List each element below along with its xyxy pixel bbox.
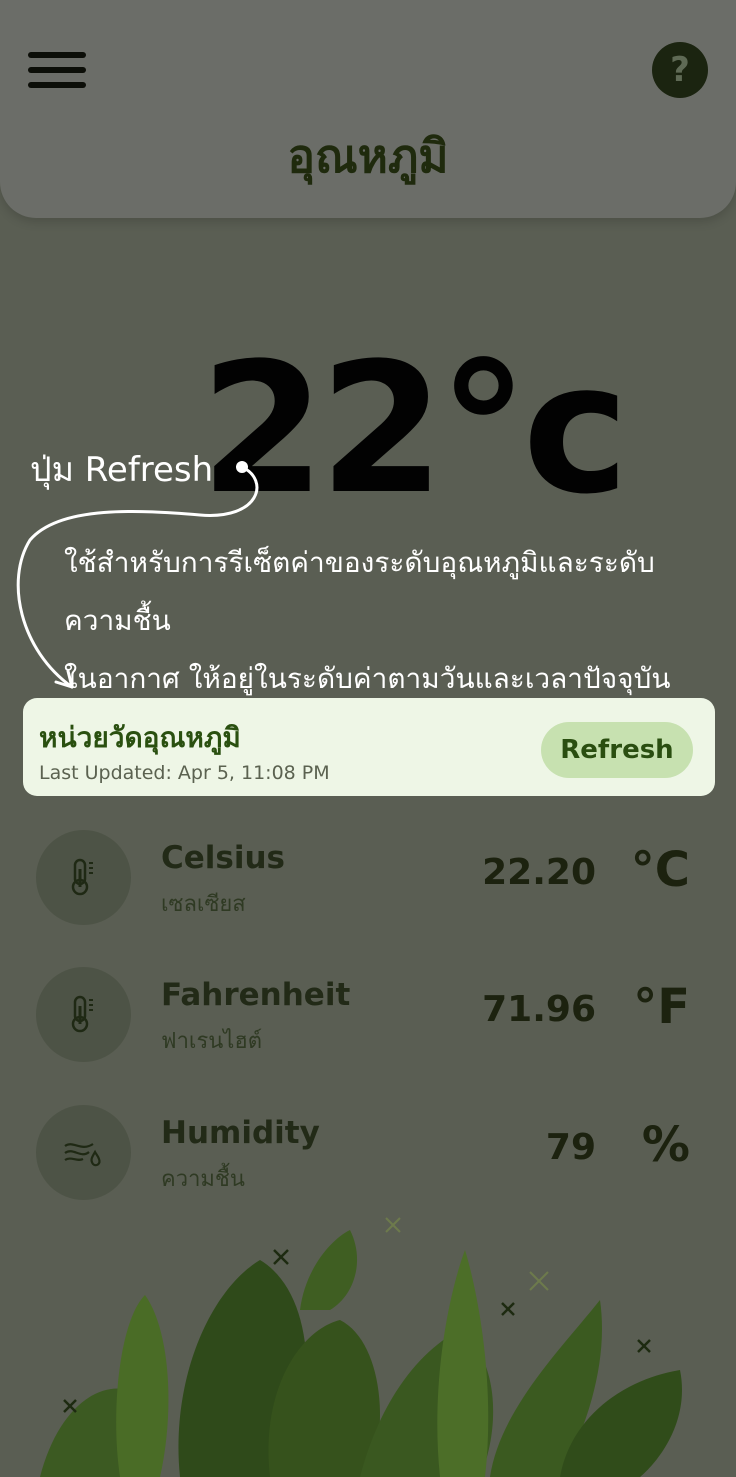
reading-value: 79: [545, 1127, 596, 1168]
reading-label: Humidity: [161, 1115, 320, 1151]
reading-row-fahrenheit: Fahrenheit ฟาเรนไฮต์ 71.96 °F: [36, 967, 696, 1063]
reading-unit: °F: [633, 979, 690, 1035]
reading-value: 22.20: [482, 852, 596, 893]
thermometer-icon: [36, 967, 131, 1062]
humidity-icon: [36, 1105, 131, 1200]
app-header: ? อุณหภูมิ: [0, 0, 736, 218]
reading-unit: °C: [630, 842, 690, 898]
reading-value: 71.96: [482, 989, 596, 1030]
thermometer-icon: [36, 830, 131, 925]
reading-row-humidity: Humidity ความชื้น 79 %: [36, 1105, 696, 1201]
reading-sublabel: ความชื้น: [161, 1167, 245, 1192]
reading-sublabel: เซลเซียส: [161, 892, 246, 917]
refresh-button[interactable]: Refresh: [541, 722, 693, 778]
reading-label: Celsius: [161, 840, 285, 876]
plants-illustration: [40, 1217, 682, 1477]
card-title: หน่วยวัดอุณหภูมิ: [39, 721, 241, 754]
reading-row-celsius: Celsius เซลเซียส 22.20 °C: [36, 830, 696, 926]
annotation-line-1: ใช้สำหรับการรีเซ็ตค่าของระดับอุณหภูมิและ…: [64, 546, 655, 637]
reading-sublabel: ฟาเรนไฮต์: [161, 1029, 263, 1054]
help-question-icon[interactable]: ?: [652, 42, 708, 98]
temperature-unit: °c: [438, 325, 630, 534]
annotation-title: ปุ่ม Refresh: [30, 450, 214, 490]
unit-card: หน่วยวัดอุณหภูมิ Last Updated: Apr 5, 11…: [23, 698, 715, 796]
hamburger-menu-icon[interactable]: [28, 50, 86, 90]
last-updated-text: Last Updated: Apr 5, 11:08 PM: [39, 762, 330, 784]
annotation-description: ใช้สำหรับการรีเซ็ตค่าของระดับอุณหภูมิและ…: [64, 534, 734, 708]
page-title: อุณหภูมิ: [287, 129, 449, 183]
reading-label: Fahrenheit: [161, 977, 351, 1013]
reading-unit: %: [641, 1117, 690, 1173]
